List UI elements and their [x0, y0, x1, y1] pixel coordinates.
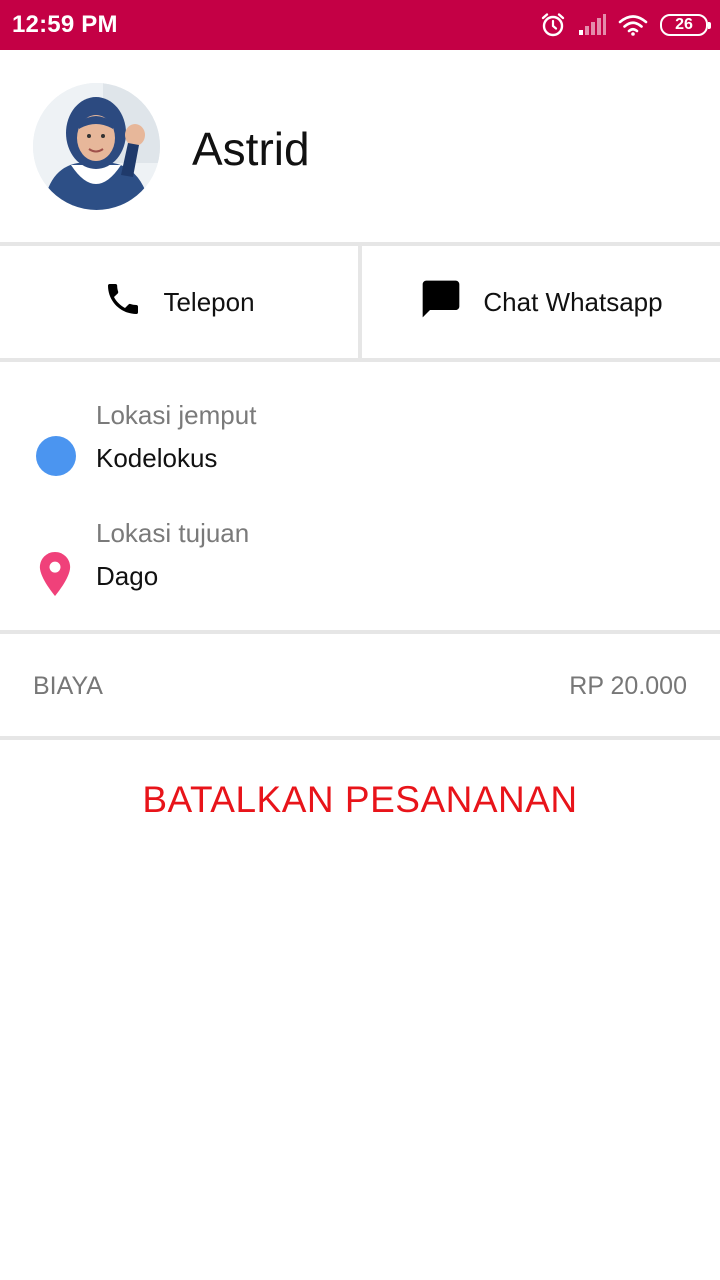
trip-locations: Lokasi jemput Kodelokus Lokasi tujuan Da… [0, 362, 720, 630]
fee-row: BIAYA RP 20.000 [0, 634, 720, 736]
signal-icon [578, 14, 606, 36]
battery-level: 26 [675, 16, 693, 33]
wifi-icon [618, 14, 648, 36]
pickup-label: Lokasi jemput [96, 400, 257, 430]
chat-whatsapp-button[interactable]: Chat Whatsapp [362, 246, 720, 358]
status-bar: 12:59 PM 26 [0, 0, 720, 50]
destination-label: Lokasi tujuan [96, 518, 250, 548]
alarm-icon [540, 12, 566, 38]
pickup-value: Kodelokus [96, 443, 218, 473]
avatar [33, 83, 160, 210]
map-pin-icon [38, 552, 72, 601]
destination-value: Dago [96, 561, 159, 591]
fee-label: BIAYA [33, 672, 103, 700]
driver-profile: Astrid [0, 50, 720, 242]
driver-name: Astrid [192, 123, 310, 175]
cancel-order-button[interactable]: BATALKAN PESANANAN [0, 740, 720, 860]
chat-label: Chat Whatsapp [483, 286, 663, 317]
call-label: Telepon [163, 286, 255, 317]
contact-actions: Telepon Chat Whatsapp [0, 246, 720, 358]
call-button[interactable]: Telepon [0, 246, 358, 358]
fee-value: RP 20.000 [569, 672, 687, 700]
pickup-dot-icon [36, 436, 76, 476]
status-time: 12:59 PM [12, 11, 118, 38]
status-icons: 26 [540, 10, 711, 40]
phone-icon [103, 279, 143, 326]
chat-icon [419, 277, 463, 328]
battery-icon: 26 [660, 14, 711, 36]
